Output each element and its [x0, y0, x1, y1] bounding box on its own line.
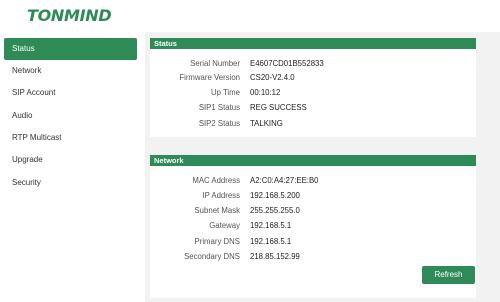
- sidebar-nav: Status Network SIP Account Audio RTP Mul…: [0, 32, 145, 302]
- network-row: Gateway: [150, 220, 240, 232]
- status-panel-title: Status: [150, 38, 476, 49]
- tonmind-logo: TONMIND: [27, 6, 112, 25]
- firmware-version-value: CS20-V2.4.0: [250, 73, 295, 82]
- sidebar-item-upgrade[interactable]: Upgrade: [4, 149, 137, 171]
- network-row: IP Address: [150, 190, 240, 202]
- sidebar-item-rtp-multicast[interactable]: RTP Multicast: [4, 127, 137, 149]
- serial-number-label: Serial Number: [190, 59, 240, 68]
- status-row: SIP2 Status: [150, 118, 240, 130]
- secondary-dns-value: 218.85.152.99: [250, 252, 300, 261]
- sidebar-item-security[interactable]: Security: [4, 172, 137, 194]
- sip1-status-label: SIP1 Status: [198, 103, 240, 112]
- network-row: Secondary DNS: [150, 251, 240, 263]
- primary-dns-label: Primary DNS: [194, 237, 240, 246]
- gateway-label: Gateway: [209, 221, 240, 230]
- status-row: Firmware Version: [150, 72, 240, 84]
- refresh-button[interactable]: Refresh: [422, 266, 475, 284]
- ip-address-value: 192.168.5.200: [250, 191, 300, 200]
- subnet-mask-value: 255.255.255.0: [250, 206, 300, 215]
- status-row: SIP1 Status: [150, 102, 240, 114]
- sidebar-item-network[interactable]: Network: [4, 60, 137, 82]
- network-row: Subnet Mask: [150, 205, 240, 217]
- sip1-status-value: REG SUCCESS: [250, 103, 307, 112]
- primary-dns-value: 192.168.5.1: [250, 237, 292, 246]
- secondary-dns-label: Secondary DNS: [184, 252, 240, 261]
- sidebar-item-sip-account[interactable]: SIP Account: [4, 82, 137, 104]
- up-time-value: 00:10:12: [250, 88, 281, 97]
- sip2-status-value: TALKING: [250, 119, 283, 128]
- serial-number-value: E4607CD01B552833: [250, 59, 324, 68]
- gateway-value: 192.168.5.1: [250, 221, 292, 230]
- subnet-mask-label: Subnet Mask: [194, 206, 240, 215]
- network-row: MAC Address: [150, 175, 240, 187]
- status-row: Serial Number: [150, 58, 240, 70]
- mac-address-label: MAC Address: [192, 176, 240, 185]
- up-time-label: Up Time: [210, 88, 240, 97]
- status-row: Up Time: [150, 87, 240, 99]
- ip-address-label: IP Address: [202, 191, 240, 200]
- firmware-version-label: Firmware Version: [179, 73, 240, 82]
- sip2-status-label: SIP2 Status: [198, 119, 240, 128]
- mac-address-value: A2:C0:A4:27:EE:B0: [250, 176, 319, 185]
- top-header: TONMIND: [0, 0, 500, 32]
- network-panel-title: Network: [150, 155, 476, 166]
- sidebar-item-status[interactable]: Status: [4, 38, 137, 60]
- network-row: Primary DNS: [150, 236, 240, 248]
- sidebar-item-audio[interactable]: Audio: [4, 105, 137, 127]
